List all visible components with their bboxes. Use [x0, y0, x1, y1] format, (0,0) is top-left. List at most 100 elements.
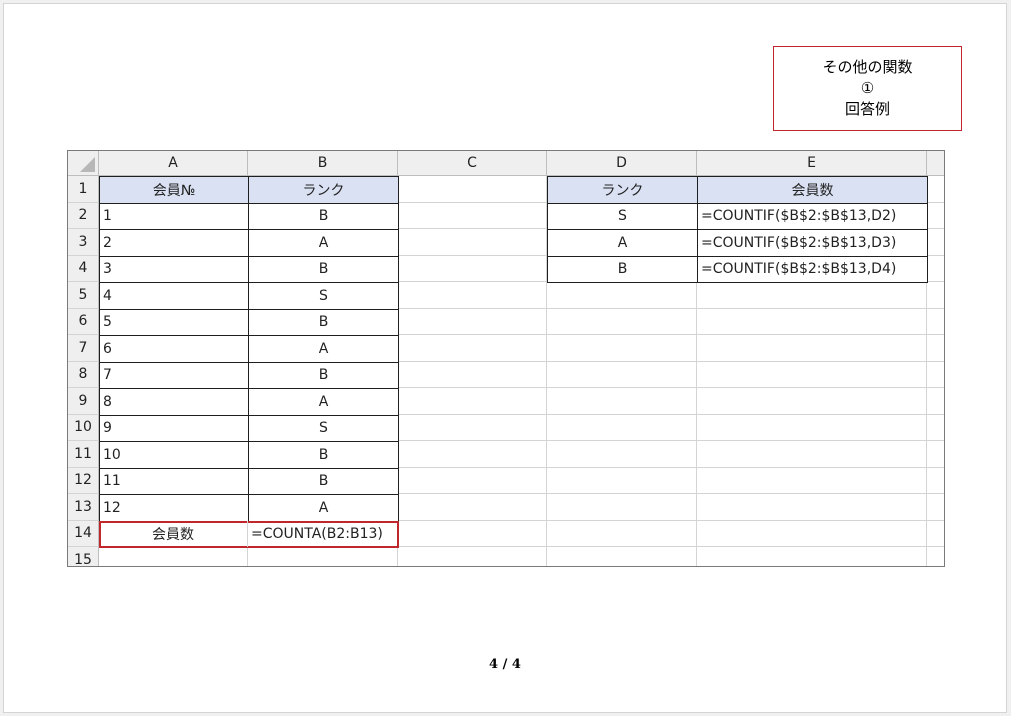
table1-member-no: 3 — [99, 255, 249, 283]
row-header: 14 — [68, 520, 99, 547]
column-header-c: C — [398, 151, 547, 176]
table1-rank: A — [248, 494, 399, 522]
table1-rank: A — [248, 335, 399, 363]
grid-cell — [398, 361, 547, 388]
grid-cell — [927, 335, 944, 362]
table1-member-no: 8 — [99, 388, 249, 416]
table1-header-cell: ランク — [248, 176, 399, 204]
grid-cell — [927, 468, 944, 494]
grid-cell — [398, 441, 547, 468]
grid-cell — [927, 256, 944, 282]
title-box: その他の関数 ① 回答例 — [773, 46, 962, 131]
table1-rank: S — [248, 414, 399, 442]
table1-member-no: 2 — [99, 229, 249, 257]
table1-member-no: 6 — [99, 335, 249, 363]
row-header: 15 — [68, 547, 99, 566]
table1-rank: B — [248, 467, 399, 495]
row-header: 2 — [68, 202, 99, 229]
row-header: 7 — [68, 335, 99, 362]
select-all-corner — [68, 151, 99, 176]
table1-rank: A — [248, 229, 399, 257]
table1-member-no: 1 — [99, 202, 249, 230]
grid-cell — [547, 414, 697, 441]
grid-cell — [547, 361, 697, 388]
table1-member-no: 7 — [99, 361, 249, 389]
row-header: 9 — [68, 388, 99, 415]
grid-cell — [697, 467, 927, 494]
grid-cell — [697, 308, 927, 335]
row-header: 4 — [68, 255, 99, 282]
grid-cell — [927, 282, 944, 309]
grid-cell — [697, 388, 927, 415]
grid-cell — [547, 547, 697, 566]
grid-cell — [927, 494, 944, 521]
grid-cell — [697, 547, 927, 566]
grid-cell — [398, 520, 547, 547]
grid-cell — [398, 308, 547, 335]
title-line-3: 回答例 — [844, 100, 890, 118]
table1-rank: B — [248, 202, 399, 230]
grid-cell — [398, 335, 547, 362]
table2-header-cell: ランク — [547, 176, 698, 204]
grid-cell — [547, 308, 697, 335]
grid-cell — [697, 282, 927, 309]
row-header: 3 — [68, 229, 99, 256]
grid-cell — [927, 388, 944, 415]
table1-header-cell: 会員№ — [99, 176, 249, 204]
table1-rank: A — [248, 388, 399, 416]
table2-formula: =COUNTIF($B$2:$B$13,D2) — [697, 202, 928, 230]
title-line-2: ① — [860, 79, 875, 97]
column-header-e: E — [697, 151, 927, 176]
table1-member-no: 10 — [99, 441, 249, 469]
grid-cell — [547, 494, 697, 521]
grid-cell — [398, 229, 547, 256]
table1-rank: B — [248, 441, 399, 469]
grid-cell — [547, 388, 697, 415]
table2-rank: B — [547, 255, 698, 283]
page: その他の関数 ① 回答例 A B C D E 1 2 3 4 5 6 7 8 9 10 11 12 13 14 15 会… — [3, 3, 1007, 713]
title-line-1: その他の関数 — [822, 58, 913, 76]
grid-cell — [547, 441, 697, 468]
grid-cell — [547, 520, 697, 547]
grid-cell — [547, 467, 697, 494]
table1-member-no: 12 — [99, 494, 249, 522]
table1-rank: B — [248, 361, 399, 389]
table2-rank: A — [547, 229, 698, 257]
grid-cell — [398, 414, 547, 441]
grid-cell — [398, 547, 547, 566]
corner-triangle-icon — [80, 156, 95, 172]
grid-cell — [398, 176, 547, 203]
row-header: 12 — [68, 467, 99, 494]
table1-member-no: 4 — [99, 282, 249, 310]
page-number: 4 / 4 — [489, 657, 521, 672]
table1-rank: B — [248, 308, 399, 336]
grid-cell — [398, 467, 547, 494]
grid-cell — [697, 494, 927, 521]
grid-cell — [927, 309, 944, 335]
table1-rank: S — [248, 282, 399, 310]
grid-cell — [927, 415, 944, 441]
total-label: 会員数 — [99, 520, 248, 547]
grid-cell — [927, 203, 944, 229]
table1-member-no: 5 — [99, 308, 249, 336]
grid-cell — [99, 547, 248, 566]
grid-cell — [398, 202, 547, 229]
grid-cell — [697, 414, 927, 441]
grid-cell — [697, 361, 927, 388]
grid-cell — [927, 441, 944, 468]
row-header: 10 — [68, 414, 99, 441]
row-header: 8 — [68, 361, 99, 388]
grid-cell — [927, 362, 944, 388]
table2-formula: =COUNTIF($B$2:$B$13,D3) — [697, 229, 928, 257]
grid-cell — [248, 547, 398, 566]
grid-cell — [697, 441, 927, 468]
table1-member-no: 11 — [99, 467, 249, 495]
grid-cell — [398, 255, 547, 282]
row-header: 1 — [68, 176, 99, 203]
table2-header-cell: 会員数 — [697, 176, 928, 204]
grid-cell — [398, 282, 547, 309]
row-header: 6 — [68, 308, 99, 335]
table1-member-no: 9 — [99, 414, 249, 442]
column-header-a: A — [99, 151, 248, 176]
grid-cell — [697, 520, 927, 547]
